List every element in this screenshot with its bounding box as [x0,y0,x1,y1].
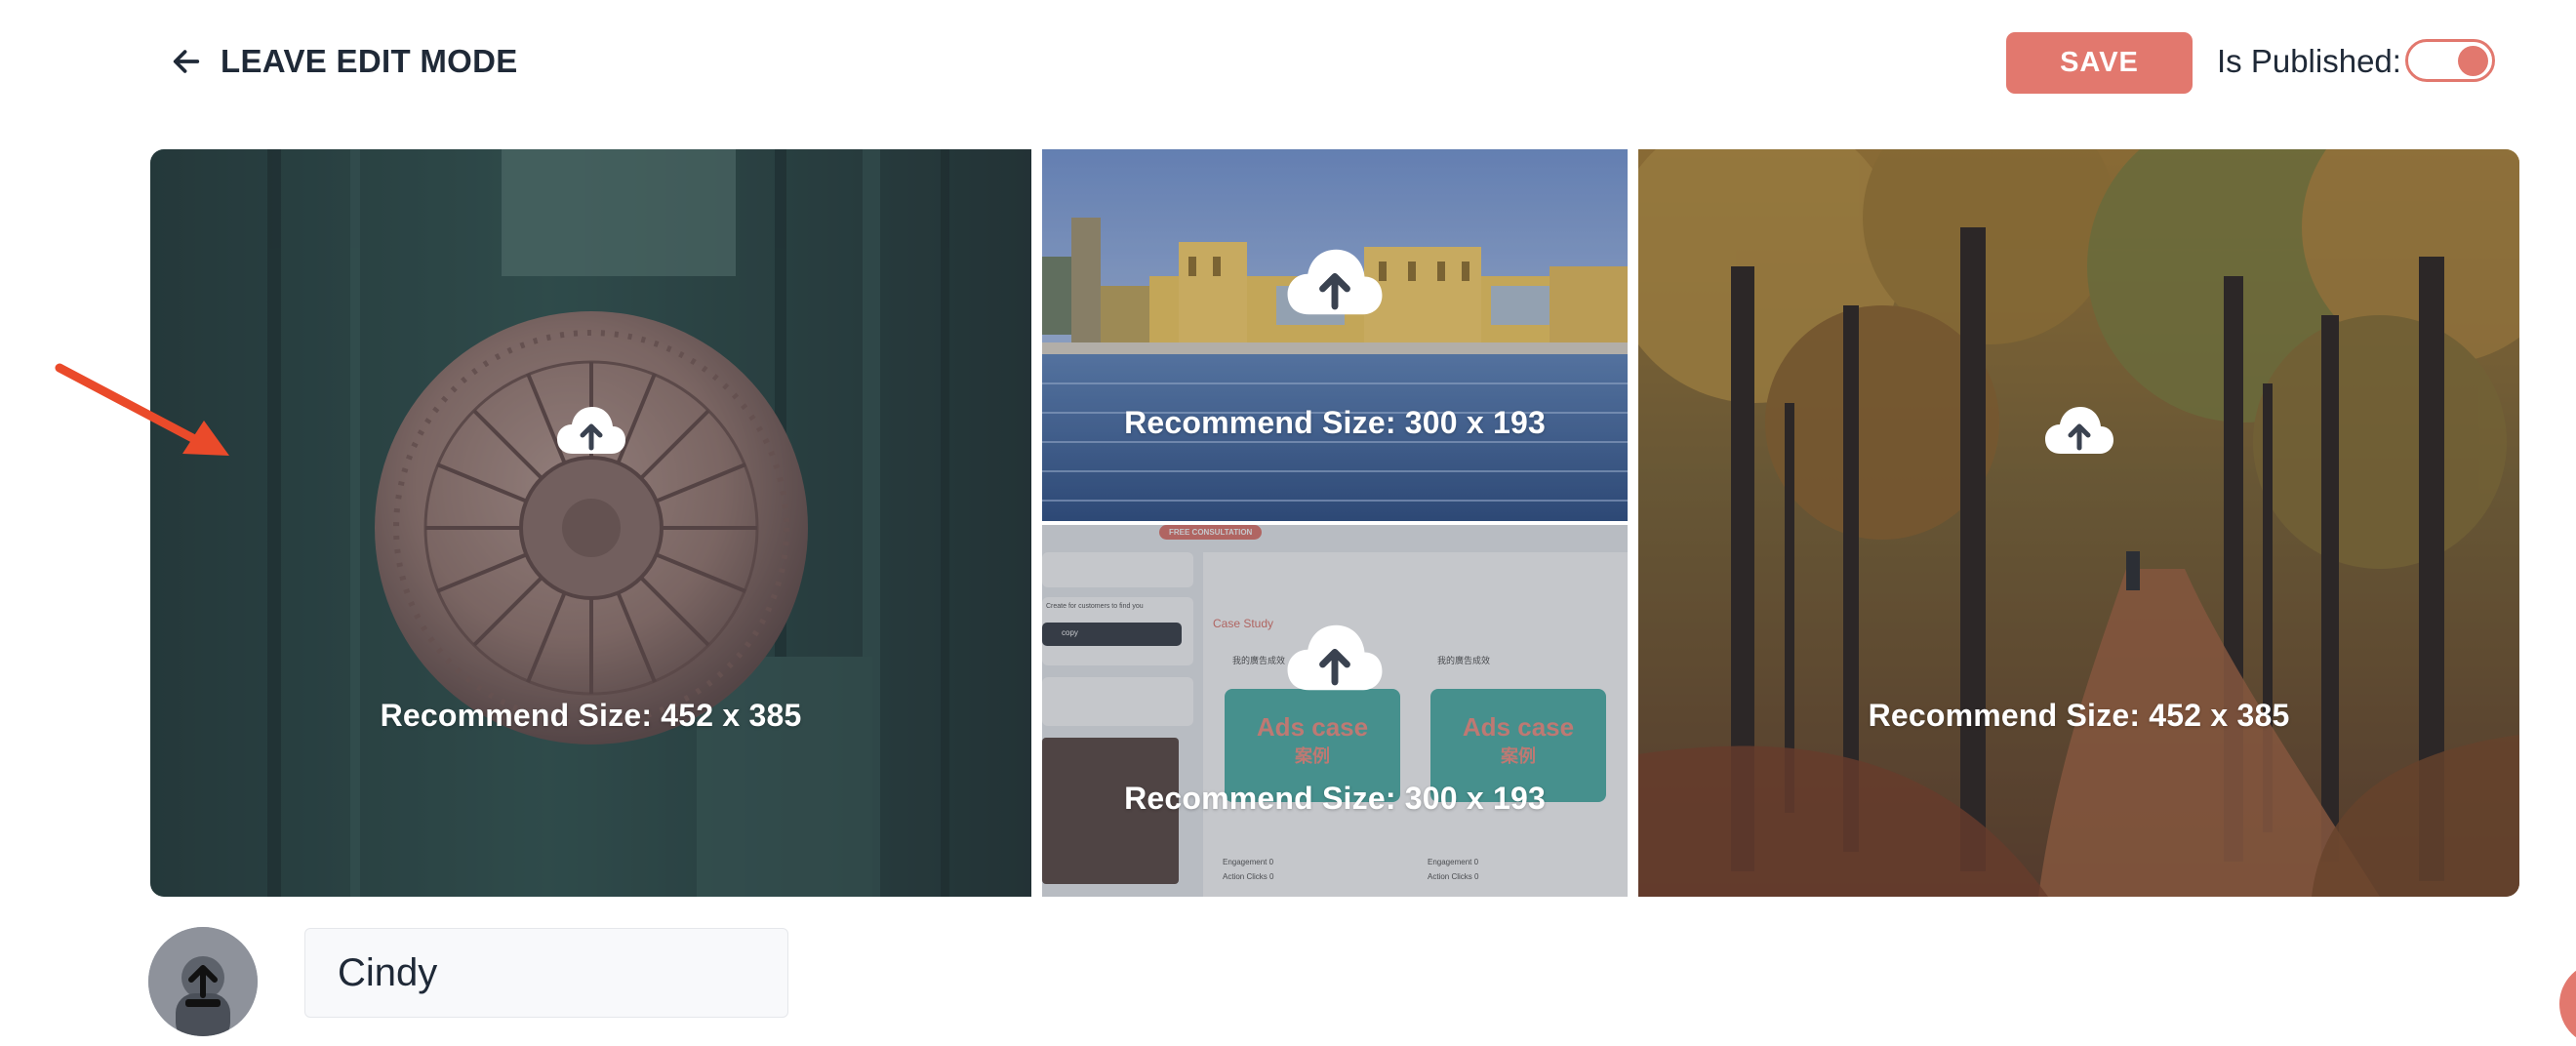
recommend-size-label: Recommend Size: 452 x 385 [380,698,802,733]
is-published-label: Is Published: [2217,43,2401,79]
name-input[interactable] [304,928,788,1018]
cloud-upload-icon[interactable] [1284,623,1386,693]
recommend-size-label: Recommend Size: 300 x 193 [1124,405,1546,440]
banner-image-grid: Recommend Size: 452 x 385 Recommend Size… [150,149,2519,897]
publish-toggle[interactable] [2405,39,2495,82]
leave-edit-mode-link[interactable]: LEAVE EDIT MODE [170,39,518,84]
recommend-size-label: Recommend Size: 300 x 193 [1124,781,1546,816]
banner-tile-bottom-middle[interactable]: FREE CONSULTATION Create for customers t… [1042,525,1628,897]
tile-dim-overlay [1638,149,2519,897]
banner-tile-large-right[interactable]: Recommend Size: 452 x 385 [1638,149,2519,897]
recommend-size-label: Recommend Size: 452 x 385 [1868,698,2290,733]
cloud-upload-icon[interactable] [2043,405,2115,456]
save-button[interactable]: SAVE [2006,32,2193,94]
tile-dim-overlay [1042,149,1628,521]
avatar-upload[interactable] [148,927,258,1036]
chat-bubble-button[interactable] [2559,962,2576,1046]
banner-tile-top-middle[interactable]: Recommend Size: 300 x 193 [1042,149,1628,521]
upload-icon [185,965,221,1007]
tile-dim-overlay [1042,525,1628,897]
banner-tile-large-left[interactable]: Recommend Size: 452 x 385 [150,149,1031,897]
toggle-knob [2458,46,2488,76]
cloud-upload-icon[interactable] [555,405,627,456]
leave-edit-mode-label: LEAVE EDIT MODE [221,43,518,79]
annotation-arrow-icon [55,363,229,456]
tile-dim-overlay [150,149,1031,897]
arrow-left-icon [173,50,200,73]
cloud-upload-icon[interactable] [1284,247,1386,317]
